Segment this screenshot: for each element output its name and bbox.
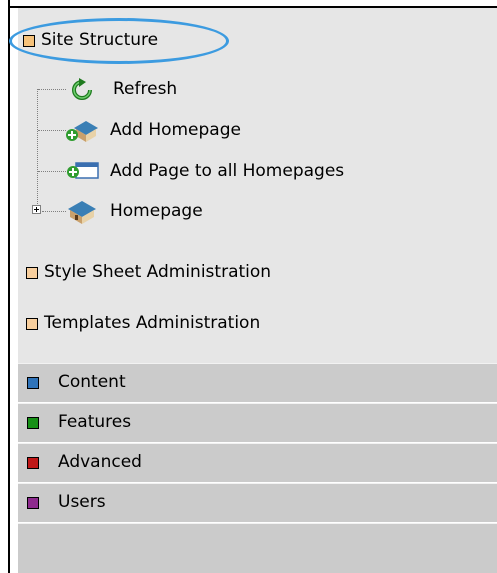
homepage-link[interactable]: Homepage <box>110 201 203 221</box>
site-structure-area <box>18 8 497 363</box>
navigation-panel: Site Structure Refresh Add Homepage Add … <box>0 0 497 573</box>
refresh-link[interactable]: Refresh <box>113 79 177 99</box>
users-label: Users <box>58 492 106 512</box>
templates-square-icon <box>26 318 38 330</box>
templates-administration-link[interactable]: Templates Administration <box>44 313 260 333</box>
users-square-icon <box>27 497 39 509</box>
add-homepage-link[interactable]: Add Homepage <box>110 120 241 140</box>
add-homepage-icon[interactable] <box>64 118 100 144</box>
add-page-icon[interactable] <box>64 160 100 182</box>
expand-toggle[interactable] <box>32 205 41 214</box>
advanced-label: Advanced <box>58 452 142 472</box>
site-structure-square-icon <box>23 35 35 47</box>
content-bar[interactable]: Content <box>18 363 497 402</box>
features-bar[interactable]: Features <box>18 403 497 442</box>
users-bar[interactable]: Users <box>18 483 497 522</box>
panel-footer <box>18 523 497 573</box>
features-label: Features <box>58 412 132 432</box>
advanced-square-icon <box>27 457 39 469</box>
tree-branch <box>38 171 66 172</box>
frame-border-left <box>8 0 10 573</box>
features-square-icon <box>27 417 39 429</box>
content-square-icon <box>27 377 39 389</box>
advanced-bar[interactable]: Advanced <box>18 443 497 482</box>
homepage-icon[interactable] <box>64 199 100 225</box>
tree-branch <box>38 130 66 131</box>
tree-branch <box>42 211 66 212</box>
tree-connector <box>37 89 38 212</box>
refresh-icon[interactable] <box>70 78 94 102</box>
style-sheet-square-icon <box>26 267 38 279</box>
add-page-to-all-homepages-link[interactable]: Add Page to all Homepages <box>110 161 344 181</box>
content-label: Content <box>58 372 126 392</box>
style-sheet-administration-link[interactable]: Style Sheet Administration <box>44 262 271 282</box>
tree-branch <box>38 89 66 90</box>
site-structure-link[interactable]: Site Structure <box>41 30 158 50</box>
